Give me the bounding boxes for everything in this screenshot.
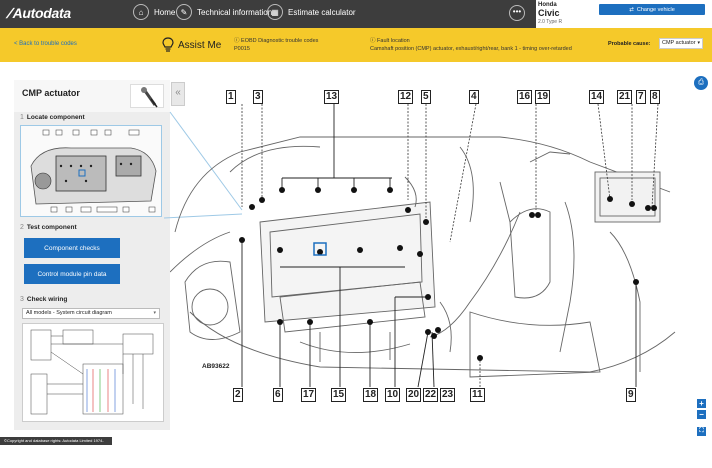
callout-7[interactable]: 7 — [636, 90, 646, 104]
callout-18[interactable]: 18 — [363, 388, 379, 402]
callout-13[interactable]: 13 — [324, 90, 340, 104]
callout-6[interactable]: 6 — [273, 388, 283, 402]
callout-14[interactable]: 14 — [589, 90, 605, 104]
callout-10[interactable]: 10 — [385, 388, 401, 402]
fullscreen-icon[interactable]: ⛶ — [697, 427, 706, 436]
zoom-out-icon[interactable]: − — [697, 410, 706, 419]
callout-1[interactable]: 1 — [226, 90, 236, 104]
callout-23[interactable]: 23 — [440, 388, 456, 402]
callout-15[interactable]: 15 — [331, 388, 347, 402]
callout-22[interactable]: 22 — [423, 388, 439, 402]
callout-8[interactable]: 8 — [650, 90, 660, 104]
callout-12[interactable]: 12 — [398, 90, 414, 104]
engine-bay-diagram — [170, 103, 676, 388]
callout-16[interactable]: 16 — [517, 90, 533, 104]
callout-11[interactable]: 11 — [470, 388, 485, 402]
callout-21[interactable]: 21 — [617, 90, 633, 104]
copyright-notice: ©Copyright and database rights: Autodata… — [0, 437, 112, 451]
callout-4[interactable]: 4 — [469, 90, 479, 104]
callout-17[interactable]: 17 — [301, 388, 317, 402]
callout-2[interactable]: 2 — [233, 388, 243, 402]
zoom-in-icon[interactable]: + — [697, 399, 706, 408]
callout-9[interactable]: 9 — [626, 388, 636, 402]
callout-3[interactable]: 3 — [253, 90, 263, 104]
callout-19[interactable]: 19 — [535, 90, 551, 104]
print-icon[interactable]: ⎙ — [694, 76, 708, 90]
callout-20[interactable]: 20 — [406, 388, 422, 402]
diagram-reference: AB93622 — [202, 363, 230, 370]
callout-5[interactable]: 5 — [421, 90, 431, 104]
